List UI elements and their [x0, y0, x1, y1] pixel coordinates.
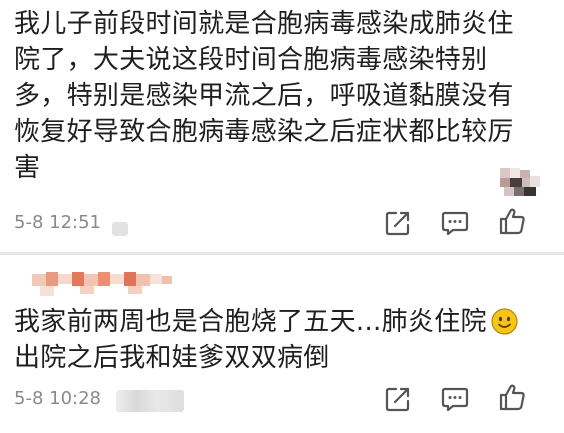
like-button[interactable] [497, 382, 527, 412]
share-button[interactable] [383, 208, 413, 238]
smile-emoji-icon [491, 308, 518, 335]
blurred-location [116, 390, 184, 412]
share-icon [385, 387, 410, 412]
reply-button[interactable] [440, 384, 470, 414]
pixelated-username[interactable] [32, 268, 180, 298]
thumbs-up-icon [499, 384, 525, 411]
share-button[interactable] [383, 384, 413, 414]
blurred-location [112, 222, 128, 236]
comment-icon [441, 211, 469, 236]
comment-text-line: 院了，大夫说这段时间合胞病毒感染特别 [14, 45, 488, 75]
comment-timestamp: 5-8 12:51 [14, 212, 101, 233]
comment-text-content: 我家前两周也是合胞烧了五天...肺炎住院 [14, 307, 487, 337]
share-icon [385, 211, 410, 236]
comment-text-line: 我家前两周也是合胞烧了五天...肺炎住院 [14, 304, 518, 340]
comment-text-line: 恢复好导致合胞病毒感染之后症状都比较厉 [14, 117, 514, 147]
comment-text-line: 多，特别是感染甲流之后，呼吸道黏膜没有 [14, 81, 514, 111]
comment-item-1: 我儿子前段时间就是合胞病毒感染成肺炎住 院了，大夫说这段时间合胞病毒感染特别 多… [0, 0, 564, 254]
comment-text-line: 害 [14, 153, 41, 183]
pixelated-sticker [500, 168, 540, 196]
comment-text-line: 出院之后我和娃爹双双病倒 [14, 343, 330, 373]
reply-button[interactable] [440, 208, 470, 238]
comment-timestamp: 5-8 10:28 [14, 388, 101, 409]
comment-icon [441, 387, 469, 412]
thumbs-up-icon [499, 208, 525, 235]
like-button[interactable] [497, 206, 527, 236]
comment-text-line: 我儿子前段时间就是合胞病毒感染成肺炎住 [14, 9, 514, 39]
comment-item-2: 我家前两周也是合胞烧了五天...肺炎住院 出院之后我和娃爹双双病倒 5-8 10… [0, 254, 564, 433]
